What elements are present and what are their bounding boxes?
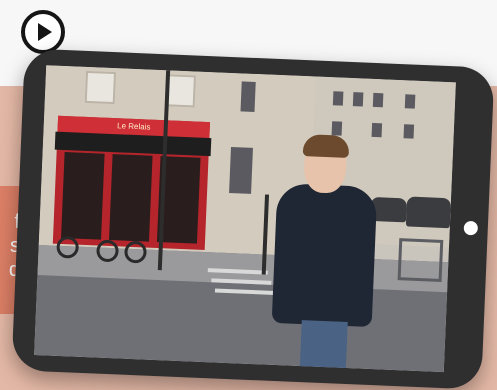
window [332,91,344,106]
window [352,92,364,107]
window [331,121,343,136]
shopfront: Le Relais [52,115,212,251]
shop-window [61,152,105,240]
home-button-dot[interactable] [463,220,479,236]
window [403,124,415,139]
window [84,70,117,105]
video-screen[interactable]: Le Relais [34,65,456,373]
play-circle-icon[interactable] [21,10,65,54]
person-legs [299,320,348,373]
window [372,92,384,108]
window [229,147,253,194]
shop-window [108,154,153,242]
play-triangle [38,23,52,41]
metal-barrier [397,238,444,282]
window [371,122,383,138]
window [404,94,416,109]
tablet-frame: Le Relais [11,48,495,390]
parked-car [405,196,452,229]
window [240,81,256,112]
person-coat [271,182,378,328]
